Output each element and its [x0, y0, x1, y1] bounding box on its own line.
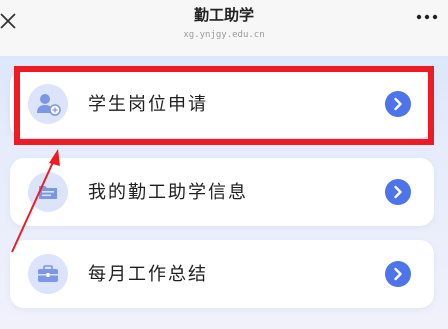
annotation-arrow — [11, 149, 60, 253]
